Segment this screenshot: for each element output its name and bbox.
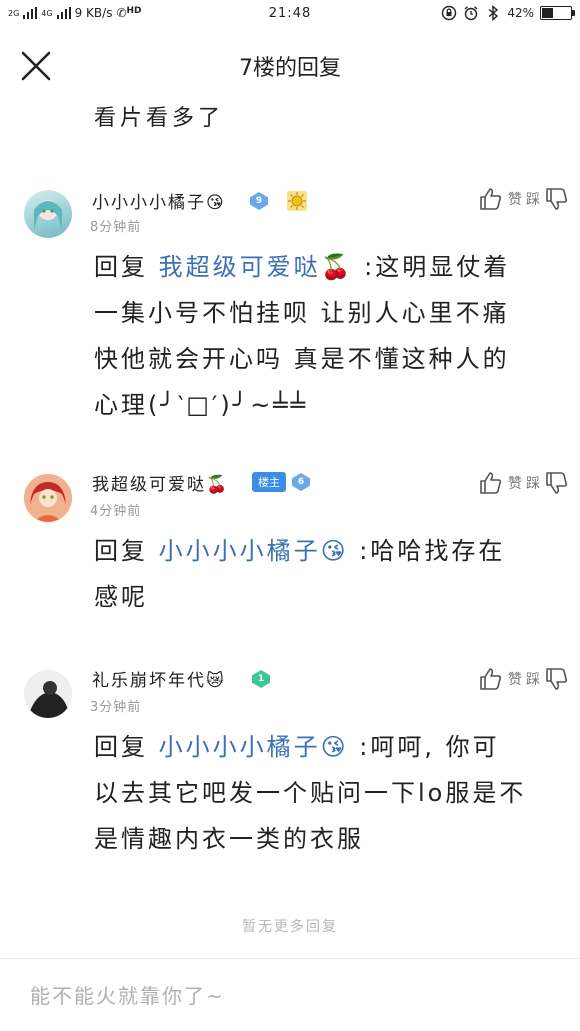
battery-percent: 42%	[507, 6, 534, 20]
reply-time: 4分钟前	[90, 504, 142, 519]
reply-line: 一集小号不怕挂呗 让别人心里不痛	[94, 299, 510, 327]
reply-actions: 赞 踩	[478, 186, 570, 212]
status-right: 42%	[441, 5, 575, 21]
reply-line: 回复 我超级可爱哒🍒 :这明显仗着	[94, 253, 511, 281]
level-badge: 6	[292, 473, 310, 491]
reply-item: 礼乐崩坏年代😿 1 3分钟前 赞 踩 回复 小小小小橘子😘 :呵呵, 你可 以去…	[0, 656, 580, 856]
thumbs-down-icon	[546, 668, 568, 690]
status-bar: 2G 4G 9 KB/s ✆HD 21:48 42%	[0, 0, 580, 28]
louzhu-badge: 楼主	[252, 472, 286, 492]
thumbs-down-icon	[546, 472, 568, 494]
thumbs-up-icon	[480, 668, 502, 690]
mention-link[interactable]: 小小小小橘子😘	[159, 733, 349, 761]
badges: 1	[252, 670, 270, 688]
username[interactable]: 礼乐崩坏年代😿	[92, 666, 226, 691]
avatar[interactable]	[24, 670, 72, 718]
rotation-lock-icon	[441, 5, 457, 21]
avatar[interactable]	[24, 190, 72, 238]
alarm-icon	[463, 5, 479, 21]
reply-item: 小小小小橘子😘 9 8分钟前 赞 踩 回复 我超级可爱哒🍒 :这明显仗着 一集小…	[0, 180, 580, 420]
reply-input-bar	[0, 958, 580, 1031]
bluetooth-icon	[485, 5, 501, 21]
like-button[interactable]	[478, 470, 504, 496]
badges: 楼主 6	[252, 472, 310, 492]
mention-link[interactable]: 小小小小橘子😘	[159, 537, 349, 565]
reply-time: 8分钟前	[90, 220, 142, 235]
dislike-label: 踩	[526, 476, 540, 492]
name-emoji: 😿	[206, 671, 226, 691]
like-button[interactable]	[478, 666, 504, 692]
name-emoji: 😘	[206, 193, 226, 213]
name-emoji: 🍒	[206, 475, 230, 495]
username[interactable]: 我超级可爱哒🍒	[92, 470, 229, 495]
dislike-button[interactable]	[544, 186, 570, 212]
reply-line: 快他就会开心吗 真是不懂这种人的	[94, 345, 510, 373]
header: 7楼的回复	[0, 28, 580, 100]
reply-line: 心理(╯‵□′)╯~╧╧	[94, 391, 309, 419]
sun-badge-icon	[286, 190, 308, 212]
level-badge: 9	[250, 192, 268, 210]
battery-icon	[540, 6, 575, 20]
reply-actions: 赞 踩	[478, 666, 570, 692]
thumbs-down-icon	[546, 188, 568, 210]
dislike-button[interactable]	[544, 470, 570, 496]
no-more-replies: 暂无更多回复	[242, 919, 338, 935]
avatar[interactable]	[24, 474, 72, 522]
dislike-label: 踩	[526, 192, 540, 208]
like-label: 赞	[508, 476, 522, 492]
badges: 9	[250, 190, 308, 212]
reply-line: 是情趣内衣一类的衣服	[94, 825, 364, 853]
floor-content-text: 看片看多了	[94, 106, 225, 131]
like-label: 赞	[508, 192, 522, 208]
thumbs-up-icon	[480, 188, 502, 210]
like-label: 赞	[508, 672, 522, 688]
like-button[interactable]	[478, 186, 504, 212]
reply-line: 回复 小小小小橘子😘 :呵呵, 你可	[94, 733, 500, 761]
reply-actions: 赞 踩	[478, 470, 570, 496]
reply-line: 回复 小小小小橘子😘 :哈哈找存在	[94, 537, 506, 565]
level-badge: 1	[252, 670, 270, 688]
dislike-label: 踩	[526, 672, 540, 688]
reply-line: 以去其它吧发一个贴问一下lo服是不	[94, 779, 527, 807]
reply-body: 回复 小小小小橘子😘 :哈哈找存在 感呢	[94, 528, 554, 620]
reply-item: 我超级可爱哒🍒 楼主 6 4分钟前 赞 踩 回复 小小小小橘子😘 :哈哈找存在 …	[0, 460, 580, 620]
reply-line: 感呢	[94, 583, 148, 611]
reply-time: 3分钟前	[90, 700, 142, 715]
reply-input[interactable]	[30, 981, 550, 1011]
thumbs-up-icon	[480, 472, 502, 494]
reply-body: 回复 小小小小橘子😘 :呵呵, 你可 以去其它吧发一个贴问一下lo服是不 是情趣…	[94, 724, 554, 862]
page-title: 7楼的回复	[239, 56, 341, 81]
username[interactable]: 小小小小橘子😘	[92, 188, 226, 213]
dislike-button[interactable]	[544, 666, 570, 692]
reply-body: 回复 我超级可爱哒🍒 :这明显仗着 一集小号不怕挂呗 让别人心里不痛 快他就会开…	[94, 244, 554, 428]
mention-link[interactable]: 我超级可爱哒🍒	[159, 253, 354, 281]
